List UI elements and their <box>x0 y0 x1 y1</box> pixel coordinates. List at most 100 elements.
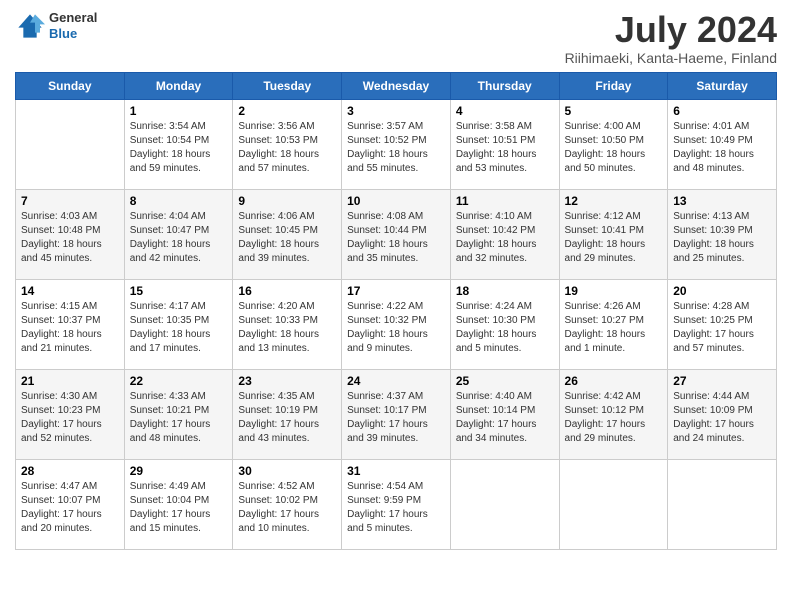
day-number: 27 <box>673 374 771 388</box>
day-number: 21 <box>21 374 119 388</box>
column-header-friday: Friday <box>559 72 668 99</box>
day-number: 19 <box>565 284 663 298</box>
calendar-cell: 24Sunrise: 4:37 AM Sunset: 10:17 PM Dayl… <box>342 369 451 459</box>
cell-content: Sunrise: 4:03 AM Sunset: 10:48 PM Daylig… <box>21 210 119 266</box>
day-number: 1 <box>130 104 228 118</box>
cell-content: Sunrise: 4:24 AM Sunset: 10:30 PM Daylig… <box>456 300 554 356</box>
day-number: 11 <box>456 194 554 208</box>
calendar-cell: 31 Sunrise: 4:54 AM Sunset: 9:59 PM Dayli… <box>342 459 451 549</box>
calendar-cell: 8 Sunrise: 4:04 AM Sunset: 10:47 PM Dayli… <box>124 189 233 279</box>
calendar-week-3: 14 Sunrise: 4:15 AM Sunset: 10:37 PM Dayl… <box>16 279 777 369</box>
calendar-cell: 14 Sunrise: 4:15 AM Sunset: 10:37 PM Dayl… <box>16 279 125 369</box>
cell-content: Sunrise: 3:54 AM Sunset: 10:54 PM Daylig… <box>130 120 228 176</box>
column-header-saturday: Saturday <box>668 72 777 99</box>
cell-content: Sunrise: 4:13 AM Sunset: 10:39 PM Daylig… <box>673 210 771 266</box>
cell-content: Sunrise: 4:49 AM Sunset: 10:04 PM Daylig… <box>130 480 228 536</box>
calendar-week-4: 21Sunrise: 4:30 AM Sunset: 10:23 PM Dayl… <box>16 369 777 459</box>
cell-content: Sunrise: 4:15 AM Sunset: 10:37 PM Daylig… <box>21 300 119 356</box>
calendar-cell: 16 Sunrise: 4:20 AM Sunset: 10:33 PM Dayl… <box>233 279 342 369</box>
calendar-cell: 22 Sunrise: 4:33 AM Sunset: 10:21 PM Dayl… <box>124 369 233 459</box>
calendar-cell <box>450 459 559 549</box>
logo: General Blue <box>15 10 97 41</box>
day-number: 16 <box>238 284 336 298</box>
cell-content: Sunrise: 4:28 AM Sunset: 10:25 PM Daylig… <box>673 300 771 356</box>
cell-content: Sunrise: 4:42 AM Sunset: 10:12 PM Daylig… <box>565 390 663 446</box>
cell-content: Sunrise: 4:47 AM Sunset: 10:07 PM Daylig… <box>21 480 119 536</box>
cell-content: Sunrise: 4:40 AM Sunset: 10:14 PM Daylig… <box>456 390 554 446</box>
cell-content: Sunrise: 3:57 AM Sunset: 10:52 PM Daylig… <box>347 120 445 176</box>
logo-general: General <box>49 10 97 26</box>
calendar-cell: 13Sunrise: 4:13 AM Sunset: 10:39 PM Dayl… <box>668 189 777 279</box>
calendar-cell: 30 Sunrise: 4:52 AM Sunset: 10:02 PM Dayl… <box>233 459 342 549</box>
cell-content: Sunrise: 4:08 AM Sunset: 10:44 PM Daylig… <box>347 210 445 266</box>
calendar-cell: 3 Sunrise: 3:57 AM Sunset: 10:52 PM Dayli… <box>342 99 451 189</box>
cell-content: Sunrise: 4:20 AM Sunset: 10:33 PM Daylig… <box>238 300 336 356</box>
logo-icon <box>15 11 45 41</box>
column-header-monday: Monday <box>124 72 233 99</box>
calendar-cell: 23Sunrise: 4:35 AM Sunset: 10:19 PM Dayl… <box>233 369 342 459</box>
calendar-cell: 2 Sunrise: 3:56 AM Sunset: 10:53 PM Dayli… <box>233 99 342 189</box>
column-header-tuesday: Tuesday <box>233 72 342 99</box>
day-number: 26 <box>565 374 663 388</box>
day-number: 10 <box>347 194 445 208</box>
day-number: 30 <box>238 464 336 478</box>
cell-content: Sunrise: 4:54 AM Sunset: 9:59 PM Dayligh… <box>347 480 445 536</box>
page-header: General Blue July 2024 Riihimaeki, Kanta… <box>15 10 777 66</box>
calendar-header-row: SundayMondayTuesdayWednesdayThursdayFrid… <box>16 72 777 99</box>
calendar-cell: 11 Sunrise: 4:10 AM Sunset: 10:42 PM Dayl… <box>450 189 559 279</box>
day-number: 29 <box>130 464 228 478</box>
column-header-wednesday: Wednesday <box>342 72 451 99</box>
cell-content: Sunrise: 3:58 AM Sunset: 10:51 PM Daylig… <box>456 120 554 176</box>
cell-content: Sunrise: 4:06 AM Sunset: 10:45 PM Daylig… <box>238 210 336 266</box>
day-number: 31 <box>347 464 445 478</box>
calendar-week-1: 1 Sunrise: 3:54 AM Sunset: 10:54 PM Dayli… <box>16 99 777 189</box>
day-number: 18 <box>456 284 554 298</box>
calendar-cell: 17Sunrise: 4:22 AM Sunset: 10:32 PM Dayl… <box>342 279 451 369</box>
day-number: 15 <box>130 284 228 298</box>
calendar-cell <box>668 459 777 549</box>
day-number: 24 <box>347 374 445 388</box>
calendar-cell: 10 Sunrise: 4:08 AM Sunset: 10:44 PM Dayl… <box>342 189 451 279</box>
day-number: 2 <box>238 104 336 118</box>
cell-content: Sunrise: 4:17 AM Sunset: 10:35 PM Daylig… <box>130 300 228 356</box>
calendar-cell: 15 Sunrise: 4:17 AM Sunset: 10:35 PM Dayl… <box>124 279 233 369</box>
calendar-cell <box>16 99 125 189</box>
calendar-week-5: 28Sunrise: 4:47 AM Sunset: 10:07 PM Dayl… <box>16 459 777 549</box>
calendar-cell: 26 Sunrise: 4:42 AM Sunset: 10:12 PM Dayl… <box>559 369 668 459</box>
calendar-cell: 21Sunrise: 4:30 AM Sunset: 10:23 PM Dayl… <box>16 369 125 459</box>
day-number: 6 <box>673 104 771 118</box>
cell-content: Sunrise: 4:33 AM Sunset: 10:21 PM Daylig… <box>130 390 228 446</box>
calendar-cell: 28Sunrise: 4:47 AM Sunset: 10:07 PM Dayl… <box>16 459 125 549</box>
calendar-cell: 12 Sunrise: 4:12 AM Sunset: 10:41 PM Dayl… <box>559 189 668 279</box>
day-number: 5 <box>565 104 663 118</box>
day-number: 12 <box>565 194 663 208</box>
day-number: 25 <box>456 374 554 388</box>
calendar-table: SundayMondayTuesdayWednesdayThursdayFrid… <box>15 72 777 550</box>
calendar-cell: 6Sunrise: 4:01 AM Sunset: 10:49 PM Dayli… <box>668 99 777 189</box>
column-header-thursday: Thursday <box>450 72 559 99</box>
cell-content: Sunrise: 4:44 AM Sunset: 10:09 PM Daylig… <box>673 390 771 446</box>
calendar-cell: 25 Sunrise: 4:40 AM Sunset: 10:14 PM Dayl… <box>450 369 559 459</box>
calendar-cell: 4Sunrise: 3:58 AM Sunset: 10:51 PM Dayli… <box>450 99 559 189</box>
calendar-cell: 9 Sunrise: 4:06 AM Sunset: 10:45 PM Dayli… <box>233 189 342 279</box>
calendar-cell: 1 Sunrise: 3:54 AM Sunset: 10:54 PM Dayli… <box>124 99 233 189</box>
cell-content: Sunrise: 4:00 AM Sunset: 10:50 PM Daylig… <box>565 120 663 176</box>
cell-content: Sunrise: 3:56 AM Sunset: 10:53 PM Daylig… <box>238 120 336 176</box>
day-number: 3 <box>347 104 445 118</box>
cell-content: Sunrise: 4:52 AM Sunset: 10:02 PM Daylig… <box>238 480 336 536</box>
day-number: 8 <box>130 194 228 208</box>
cell-content: Sunrise: 4:04 AM Sunset: 10:47 PM Daylig… <box>130 210 228 266</box>
day-number: 23 <box>238 374 336 388</box>
month-title: July 2024 <box>565 10 777 50</box>
cell-content: Sunrise: 4:10 AM Sunset: 10:42 PM Daylig… <box>456 210 554 266</box>
day-number: 14 <box>21 284 119 298</box>
calendar-cell: 19 Sunrise: 4:26 AM Sunset: 10:27 PM Dayl… <box>559 279 668 369</box>
calendar-cell: 18 Sunrise: 4:24 AM Sunset: 10:30 PM Dayl… <box>450 279 559 369</box>
calendar-week-2: 7 Sunrise: 4:03 AM Sunset: 10:48 PM Dayli… <box>16 189 777 279</box>
day-number: 9 <box>238 194 336 208</box>
day-number: 7 <box>21 194 119 208</box>
cell-content: Sunrise: 4:12 AM Sunset: 10:41 PM Daylig… <box>565 210 663 266</box>
cell-content: Sunrise: 4:26 AM Sunset: 10:27 PM Daylig… <box>565 300 663 356</box>
day-number: 22 <box>130 374 228 388</box>
calendar-cell: 27 Sunrise: 4:44 AM Sunset: 10:09 PM Dayl… <box>668 369 777 459</box>
